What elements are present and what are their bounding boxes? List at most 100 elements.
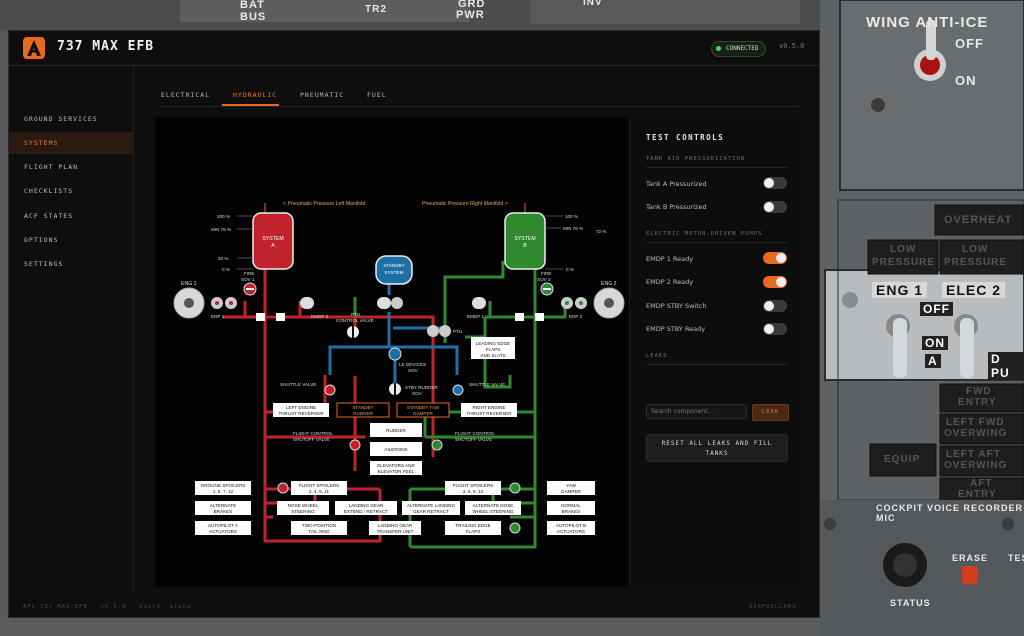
te-flaps-label-2: FLAPS [466, 529, 481, 534]
test-controls-title: TEST CONTROLS [646, 133, 725, 142]
sidebar-item-ground-services[interactable]: GROUND SERVICES [9, 108, 133, 130]
fc-shutoff-b-label: FLIGHT CONTROL [455, 431, 495, 436]
tabs-divider [159, 106, 799, 107]
engine-1-label: ENG 1 [181, 281, 197, 287]
right-reverser-label: RIGHT ENGINE [472, 405, 505, 410]
off-label: OFF [920, 302, 953, 316]
tank-b-toggle[interactable] [763, 201, 787, 213]
overheat-light: OVERHEAT [944, 214, 1013, 226]
sidebar-item-settings[interactable]: SETTINGS [9, 253, 133, 275]
elec2-label: ELEC 2 [942, 282, 1006, 298]
eng1-label: ENG 1 [872, 282, 928, 298]
tab-fuel[interactable]: FUEL [367, 91, 387, 99]
status-dot-icon [716, 46, 721, 51]
sys-b-100-label: 100 % [565, 214, 578, 219]
aft-entry-2: ENTRY [958, 489, 997, 500]
te-flaps-label: TRAILING EDGE [455, 523, 490, 528]
pumps-section-title: ELECTRIC MOTOR-DRIVEN PUMPS [646, 231, 763, 237]
sidebar-item-checklists[interactable]: CHECKLISTS [9, 180, 133, 202]
emdp-2-ready-toggle[interactable] [763, 276, 787, 288]
rudder-label: RUDDER [386, 428, 406, 433]
emdp-stby-switch-toggle[interactable] [763, 300, 787, 312]
standby-label-2: SYSTEM [385, 270, 404, 275]
test-label: TES [1008, 553, 1024, 563]
reset-button-line-2: TANKS [705, 450, 729, 457]
le-flaps-label-2: FLAPS [486, 347, 501, 352]
tank-a-toggle[interactable] [763, 177, 787, 189]
wing-anti-ice-off: OFF [955, 36, 984, 51]
le-devices-sov-valve[interactable] [388, 347, 402, 361]
tail-skid-label-2: TAIL SKID [308, 529, 330, 534]
fc-shutoff-a-valve[interactable] [349, 439, 361, 451]
standby-rudder-label: STANDBY [352, 405, 373, 410]
emdp-2-label: EMDP 2 [311, 314, 328, 319]
tab-hydraulic[interactable]: HYDRAULIC [233, 91, 277, 99]
lg-extend-label: LANDING GEAR [349, 503, 384, 508]
autopilot-b-label-2: ACTUATORS [557, 529, 585, 534]
system-b-label: SYSTEM [514, 236, 535, 242]
ground-spoilers-label-2: 1, 6, 7, 12 [213, 489, 234, 494]
emdp-2-pump[interactable] [300, 297, 314, 309]
pneumatic-right-label: Pneumatic Pressure Right Manifold > [422, 201, 508, 207]
tail-skid-label: TWO-POSITION [302, 523, 336, 528]
tank-a-label: Tank A Pressurized [646, 180, 707, 188]
ptu-label: PTU [453, 329, 462, 334]
standby-pump[interactable] [377, 297, 391, 309]
section-divider [646, 242, 788, 243]
edp-2-pump[interactable] [561, 297, 587, 309]
shuttle-valve-left[interactable] [324, 384, 336, 396]
cvr-label: COCKPIT VOICE RECORDER MIC [876, 503, 1024, 523]
standby-emdp[interactable] [391, 297, 403, 309]
eng1-switch[interactable] [893, 318, 907, 378]
fc-shutoff-b-valve[interactable] [431, 439, 443, 451]
fire-sov-2-label-2: SOV 2 [537, 277, 551, 282]
emdp-stby-ready-toggle[interactable] [763, 323, 787, 335]
emdp-1-ready-toggle[interactable] [763, 252, 787, 264]
sys-b-72-label: 72 % [596, 229, 606, 234]
edp-1-label: EDP 1 [211, 314, 225, 319]
erase-label: ERASE [952, 553, 989, 563]
test-controls-panel: TEST CONTROLS TANK AIR PRESSURIZATION Ta… [629, 117, 800, 587]
reset-leaks-button[interactable]: RESET ALL LEAKS AND FILL TANKS [646, 434, 788, 462]
spoiler-sov-b-valve[interactable] [509, 482, 521, 494]
edp-2-label: EDP 2 [569, 314, 583, 319]
te-flaps-valve[interactable] [509, 522, 521, 534]
a-label: A [925, 354, 941, 368]
alt-lg-label-2: GEAR RETRACT [413, 509, 449, 514]
sidebar-item-systems[interactable]: SYSTEMS [9, 132, 133, 154]
yaw-damper-label: YAW [566, 483, 577, 488]
low-pressure-b-2: PRESSURE [944, 257, 1008, 268]
shuttle-valve-right[interactable] [452, 384, 464, 396]
fwd-entry-1: FWD [966, 386, 992, 397]
app-logo-icon [23, 37, 45, 59]
elec2-switch[interactable] [960, 318, 974, 378]
sidebar-item-acf-states[interactable]: ACF STATES [9, 205, 133, 227]
ground-spoilers-label: GROUND SPOILERS [201, 483, 246, 488]
wing-anti-ice-on: ON [955, 73, 977, 88]
alternate-brakes-label-2: BRAKES [214, 509, 233, 514]
tab-pneumatic[interactable]: PNEUMATIC [300, 91, 344, 99]
tab-electrical[interactable]: ELECTRICAL [161, 91, 210, 99]
ailerons-label: AILERONS [384, 447, 407, 452]
app-title: 737 MAX EFB [57, 39, 155, 54]
low-pressure-a-2: PRESSURE [872, 257, 936, 268]
efb-window: 737 MAX EFB CONNECTED v0.5.0 GROUND SERV… [8, 30, 820, 618]
leak-button[interactable]: LEAK [752, 404, 789, 421]
emdp-1-ready-label: EMDP 1 Ready [646, 255, 694, 263]
left-aft-overwing-2: OVERWING [944, 460, 1008, 471]
spoiler-sov-a-valve[interactable] [277, 482, 289, 494]
fire-sov-2-label: FIRE [541, 271, 551, 276]
alt-lg-label: ALTERNATE LANDING [407, 503, 455, 508]
sys-a-min-label: MIN 76 % [211, 227, 231, 232]
left-reverser-label: LEFT ENGINE [286, 405, 316, 410]
autopilot-a-label-2: ACTUATORS [209, 529, 237, 534]
sidebar-item-flight-plan[interactable]: FLIGHT PLAN [9, 156, 133, 178]
sidebar-item-options[interactable]: OPTIONS [9, 229, 133, 251]
flight-spoilers-a-label: FLIGHT SPOILERS [299, 483, 340, 488]
standby-label: STANDBY [383, 263, 404, 268]
edp-1-pump[interactable] [211, 297, 237, 309]
component-search-input[interactable] [646, 404, 747, 419]
emdp-1-pump[interactable] [472, 297, 486, 309]
erase-button[interactable] [962, 566, 978, 584]
lg-extend-label-2: EXTEND / RETRACT [344, 509, 388, 514]
